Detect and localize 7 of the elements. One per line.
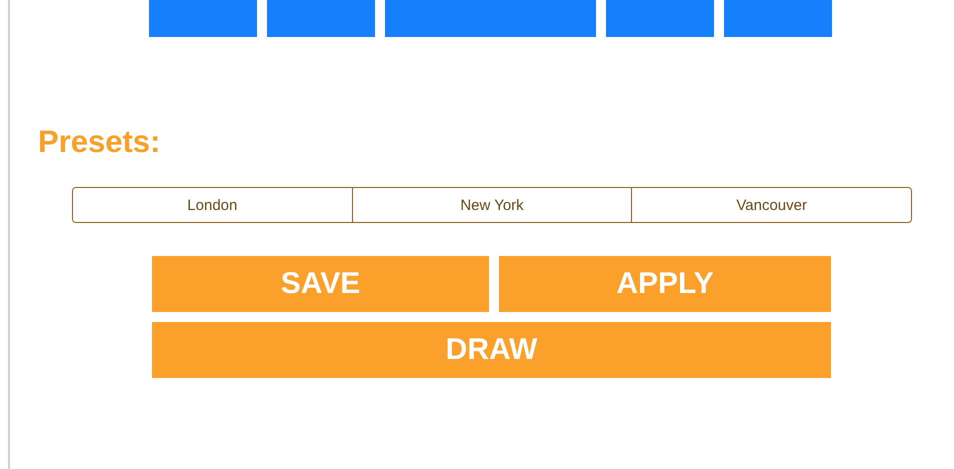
nav-button[interactable] — [385, 0, 596, 37]
nav-button[interactable] — [724, 0, 832, 37]
preset-segment[interactable]: Vancouver — [631, 188, 911, 222]
nav-button[interactable] — [149, 0, 257, 37]
nav-button[interactable] — [267, 0, 375, 37]
presets-title: Presets: — [38, 125, 160, 159]
nav-button[interactable] — [606, 0, 714, 37]
